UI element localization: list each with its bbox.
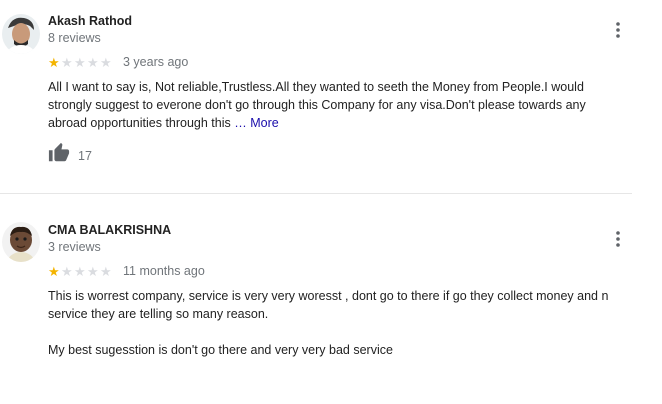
review-text-line: This is worrest company, service is very…: [48, 289, 609, 303]
review-card: CMA BALAKRISHNA 3 reviews ★ ★ ★ ★ ★ 11 m…: [0, 196, 662, 404]
review-text-line: [48, 323, 638, 341]
star-empty-icon: ★: [61, 263, 73, 279]
avatar[interactable]: [2, 222, 40, 262]
review-text-line: All I want to say is, Not reliable,Trust…: [48, 80, 584, 94]
like-row: 17: [48, 142, 92, 169]
like-count: 17: [78, 148, 92, 163]
star-empty-icon: ★: [100, 263, 112, 279]
review-text-line: service they are telling so many reason.: [48, 307, 269, 321]
review-date: 11 months ago: [123, 264, 205, 278]
star-rating: ★ ★ ★ ★ ★: [48, 265, 113, 278]
star-filled-icon: ★: [48, 263, 60, 279]
star-rating: ★ ★ ★ ★ ★: [48, 56, 113, 69]
avatar[interactable]: [2, 14, 40, 54]
review-text: All I want to say is, Not reliable,Trust…: [48, 78, 638, 132]
review-text-line-last: abroad opportunities through this … More: [48, 114, 638, 132]
ellipsis: …: [234, 116, 247, 130]
thumbs-up-icon[interactable]: [48, 142, 70, 169]
star-empty-icon: ★: [100, 54, 112, 70]
star-empty-icon: ★: [87, 263, 99, 279]
review-card: Akash Rathod 8 reviews ★ ★ ★ ★ ★ 3 years…: [0, 0, 662, 192]
review-text: This is worrest company, service is very…: [48, 287, 638, 359]
reviewer-name[interactable]: Akash Rathod: [48, 14, 132, 28]
reviewer-review-count: 8 reviews: [48, 31, 101, 45]
reviewer-review-count: 3 reviews: [48, 240, 101, 254]
star-empty-icon: ★: [74, 263, 86, 279]
more-link[interactable]: More: [250, 116, 278, 130]
star-filled-icon: ★: [48, 54, 60, 70]
star-empty-icon: ★: [87, 54, 99, 70]
rating-row: ★ ★ ★ ★ ★ 3 years ago: [48, 54, 188, 70]
star-empty-icon: ★: [61, 54, 73, 70]
star-empty-icon: ★: [74, 54, 86, 70]
review-text-line: strongly suggest to everone don't go thr…: [48, 98, 586, 112]
reviewer-name[interactable]: CMA BALAKRISHNA: [48, 223, 171, 237]
review-text-line: abroad opportunities through this: [48, 116, 231, 130]
divider: [0, 193, 632, 194]
review-date: 3 years ago: [123, 55, 189, 69]
more-vert-icon[interactable]: [610, 20, 626, 40]
review-text-line: My best sugesstion is don't go there and…: [48, 343, 393, 357]
more-vert-icon[interactable]: [610, 229, 626, 249]
rating-row: ★ ★ ★ ★ ★ 11 months ago: [48, 263, 205, 279]
